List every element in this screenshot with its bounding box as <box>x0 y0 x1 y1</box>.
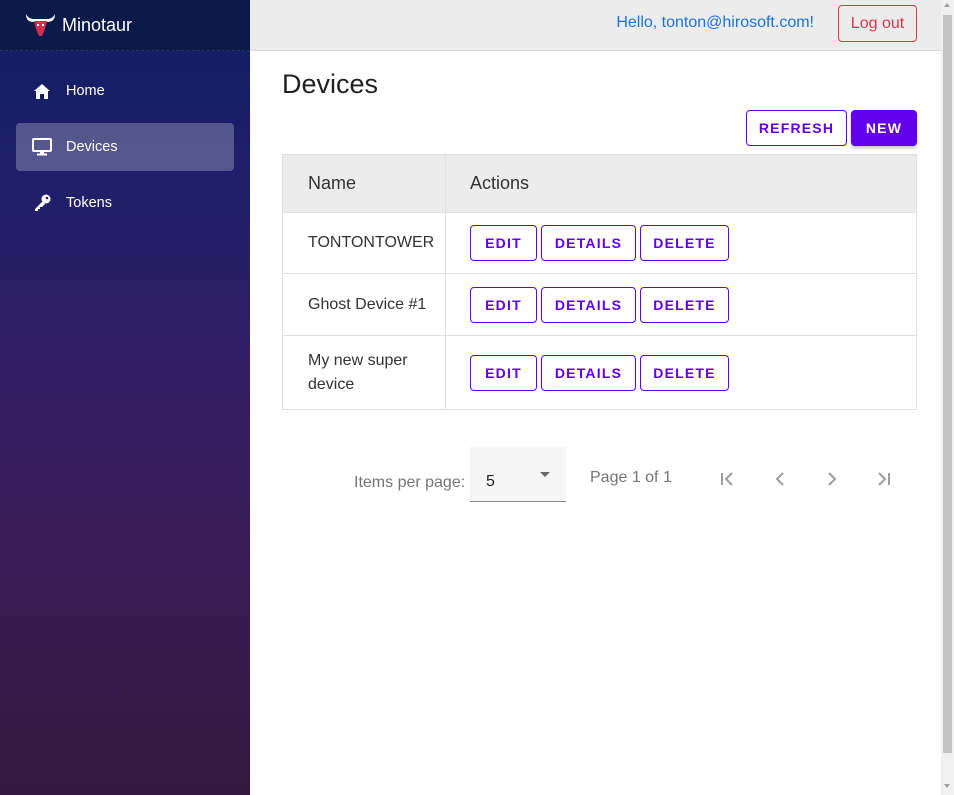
home-icon <box>32 81 52 101</box>
table-row: Ghost Device #1 Edit Details Delete <box>283 274 916 336</box>
edit-button[interactable]: Edit <box>470 354 537 391</box>
logout-button[interactable]: Log out <box>838 5 917 42</box>
table-row: TONTONTOWER Edit Details Delete <box>283 213 916 274</box>
edit-button[interactable]: Edit <box>470 225 537 261</box>
new-device-button[interactable]: New <box>851 110 917 146</box>
device-name-cell: TONTONTOWER <box>283 213 446 273</box>
previous-page-button[interactable] <box>762 464 798 494</box>
sidebar-item-devices[interactable]: Devices <box>16 123 234 171</box>
user-greeting-link[interactable]: Hello, tonton@hirosoft.com! <box>616 14 814 32</box>
sidebar-item-label: Home <box>66 83 105 99</box>
scroll-up-arrow-icon[interactable] <box>944 3 950 7</box>
sidebar-item-tokens[interactable]: Tokens <box>16 179 234 227</box>
devices-table: Name Actions TONTONTOWER Edit Details De… <box>282 154 917 410</box>
page-title: Devices <box>282 69 379 99</box>
chevron-left-icon <box>775 472 784 486</box>
scrollbar-thumb[interactable] <box>943 15 952 753</box>
next-page-button[interactable] <box>814 464 850 494</box>
key-icon <box>32 193 52 213</box>
top-header: Hello, tonton@hirosoft.com! Log out <box>250 0 941 51</box>
bull-logo-icon <box>26 14 55 36</box>
device-name-cell: My new super device <box>283 336 446 409</box>
sidebar: Minotaur Home Devices Tokens <box>0 0 250 795</box>
delete-button[interactable]: Delete <box>640 286 729 323</box>
sidebar-item-label: Tokens <box>66 195 112 211</box>
column-header-name[interactable]: Name <box>283 155 446 212</box>
brand[interactable]: Minotaur <box>0 0 250 51</box>
details-button[interactable]: Details <box>541 354 636 391</box>
details-button[interactable]: Details <box>541 286 636 323</box>
details-button[interactable]: Details <box>541 225 636 261</box>
main-content: Devices Refresh New Name Actions TONTONT… <box>250 51 941 795</box>
page-range-label: Page 1 of 1 <box>590 469 672 486</box>
edit-button[interactable]: Edit <box>470 286 537 323</box>
sidebar-item-home[interactable]: Home <box>16 67 234 115</box>
device-name-cell: Ghost Device #1 <box>283 274 446 335</box>
first-page-icon <box>721 472 733 486</box>
items-per-page-value: 5 <box>486 473 495 490</box>
items-per-page-label: Items per page: <box>354 474 466 491</box>
vertical-scrollbar[interactable] <box>941 0 954 795</box>
table-row: My new super device Edit Details Delete <box>283 336 916 409</box>
last-page-icon <box>878 472 890 486</box>
table-header-row: Name Actions <box>283 155 916 213</box>
sidebar-item-label: Devices <box>66 139 118 155</box>
sidebar-nav: Home Devices Tokens <box>0 51 250 227</box>
actions-cell: Edit Details Delete <box>446 336 916 409</box>
items-per-page-select[interactable]: 5 <box>470 447 566 502</box>
app-name: Minotaur <box>62 14 133 35</box>
first-page-button[interactable] <box>709 464 745 494</box>
actions-cell: Edit Details Delete <box>446 213 916 273</box>
delete-button[interactable]: Delete <box>640 225 729 261</box>
dropdown-caret-icon <box>540 472 550 477</box>
refresh-button[interactable]: Refresh <box>746 110 847 146</box>
column-header-actions: Actions <box>470 173 530 193</box>
actions-cell: Edit Details Delete <box>446 274 916 335</box>
paginator: Items per page: 5 Page 1 of 1 <box>250 447 941 503</box>
chevron-right-icon <box>828 472 837 486</box>
monitor-icon <box>32 137 52 157</box>
scroll-down-arrow-icon[interactable] <box>944 784 950 788</box>
last-page-button[interactable] <box>866 464 902 494</box>
delete-button[interactable]: Delete <box>640 354 729 391</box>
